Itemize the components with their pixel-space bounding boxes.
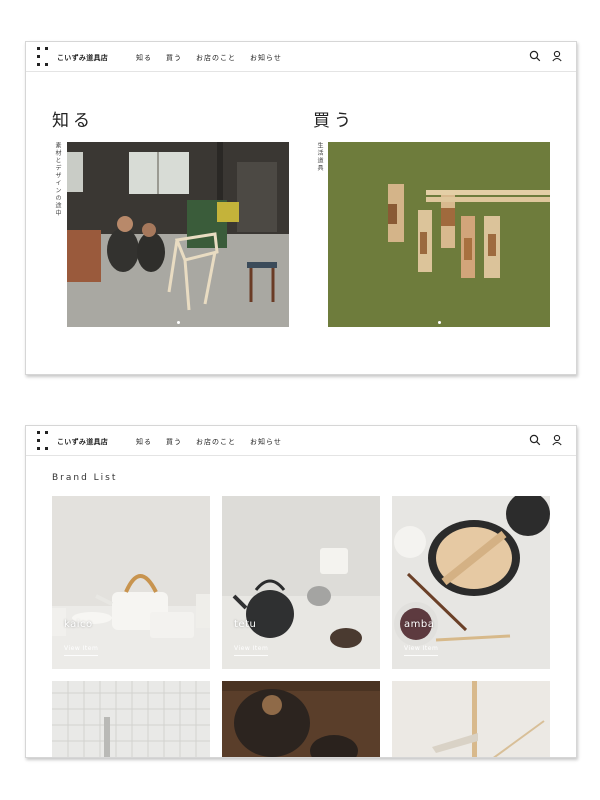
main-nav: 知る 買う お店のこと お知らせ [136,437,282,447]
search-icon[interactable] [529,434,541,446]
logo-mark-icon[interactable] [37,431,49,451]
brand-card-wood-kettle[interactable] [222,681,380,757]
view-item-link[interactable]: View Item [234,645,269,656]
wooden-pieces-photo[interactable] [328,142,550,327]
carousel-dot[interactable] [176,321,180,324]
nav-item-buy[interactable]: 買う [166,437,182,447]
vertical-caption-buy: 生活道具 [316,142,323,172]
section-title-buy: 買う [313,111,355,131]
brand-card-tiles[interactable] [52,681,210,757]
main-nav: 知る 買う お店のこと お知らせ [136,53,282,63]
logo-mark-icon[interactable] [37,47,49,67]
brand-list-page-screenshot: こいずみ道具店 知る 買う お店のこと お知らせ Brand List kaic… [25,425,577,758]
nav-item-know[interactable]: 知る [136,437,152,447]
brand-card-amba[interactable]: amba View Item [392,496,550,669]
user-icon[interactable] [551,434,563,446]
logo-text[interactable]: こいずみ道具店 [57,437,108,447]
carousel-dot[interactable] [437,321,441,324]
nav-item-news[interactable]: お知らせ [250,53,282,63]
brand-card-kaico[interactable]: kaico View Item [52,496,210,669]
nav-item-about[interactable]: お店のこと [196,437,236,447]
brand-list-title: Brand List [52,473,118,483]
user-icon[interactable] [551,50,563,62]
view-item-link[interactable]: View Item [404,645,439,656]
site-header: こいずみ道具店 知る 買う お店のこと お知らせ [26,42,576,72]
brand-name-tetu: tetu [234,619,257,630]
nav-item-buy[interactable]: 買う [166,53,182,63]
hero-page-screenshot: こいずみ道具店 知る 買う お店のこと お知らせ 知る 素材とデザインの途中 買… [25,41,577,375]
vertical-caption-know: 素材とデザインの途中 [54,142,61,217]
section-title-know: 知る [52,111,94,131]
workshop-photo[interactable] [67,142,289,327]
nav-item-news[interactable]: お知らせ [250,437,282,447]
brand-card-wood-frame[interactable] [392,681,550,757]
view-item-link[interactable]: View Item [64,645,99,656]
brand-name-kaico: kaico [64,619,93,630]
logo-text[interactable]: こいずみ道具店 [57,53,108,63]
nav-item-about[interactable]: お店のこと [196,53,236,63]
site-header: こいずみ道具店 知る 買う お店のこと お知らせ [26,426,576,456]
brand-name-amba: amba [404,619,435,630]
brand-card-tetu[interactable]: tetu View Item [222,496,380,669]
nav-item-know[interactable]: 知る [136,53,152,63]
search-icon[interactable] [529,50,541,62]
